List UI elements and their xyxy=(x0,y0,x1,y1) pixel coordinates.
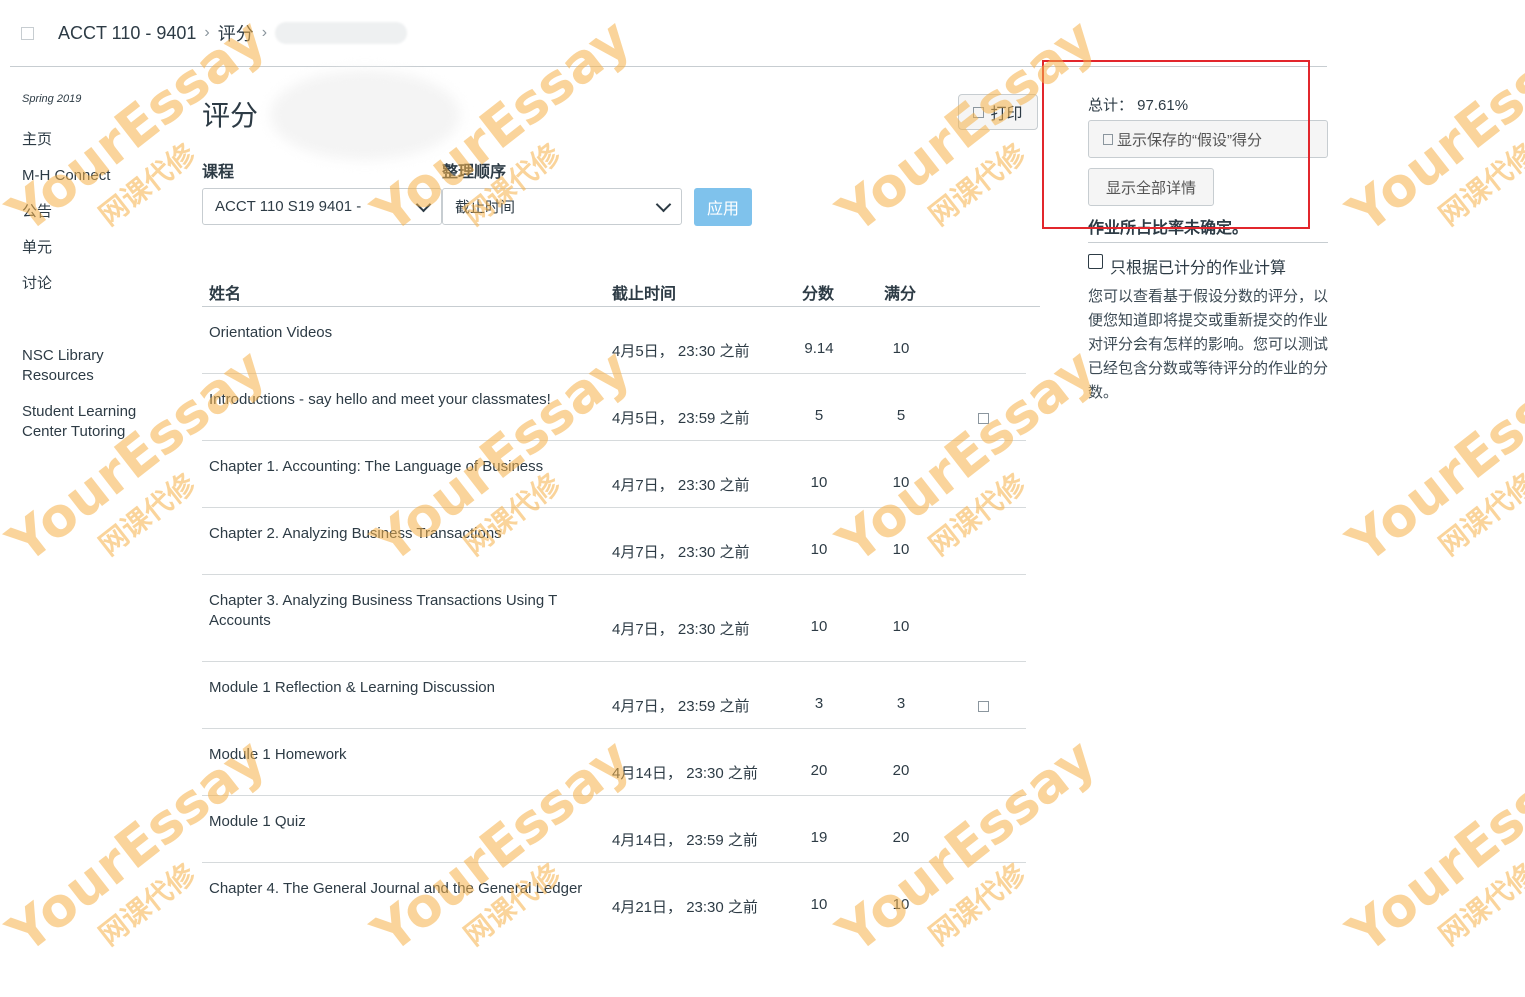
assignment-name-link[interactable]: Orientation Videos xyxy=(209,323,599,343)
watermark-brand: YourEssay xyxy=(1335,726,1525,966)
table-row: Orientation Videos 4月5日， 23:30 之前 9.14 10 xyxy=(202,307,1026,374)
assignment-name-link[interactable]: Module 1 Quiz xyxy=(209,812,599,832)
breadcrumb: ACCT 110 - 9401 › 评分 › xyxy=(58,20,408,46)
due-date: 4月14日， 23:30 之前 xyxy=(612,765,758,782)
watermark-logo: YourEssay 网课代修 xyxy=(1336,726,1525,996)
column-header-score[interactable]: 分数 xyxy=(802,280,834,304)
table-row: Chapter 1. Accounting: The Language of B… xyxy=(202,441,1026,508)
points-possible: 10 xyxy=(892,618,910,635)
due-date: 4月21日， 23:30 之前 xyxy=(612,899,758,916)
breadcrumb-course-link[interactable]: ACCT 110 - 9401 xyxy=(58,23,196,44)
due-date: 4月5日， 23:59 之前 xyxy=(612,410,750,427)
sidebar-item-discussions[interactable]: 讨论 xyxy=(22,274,52,294)
assignment-name-link[interactable]: Chapter 3. Analyzing Business Transactio… xyxy=(209,591,599,631)
sidebar-item-home[interactable]: 主页 xyxy=(22,130,52,150)
sidebar-item-library[interactable]: NSC Library Resources xyxy=(22,346,152,386)
watermark-logo: YourEssay 网课代修 xyxy=(1336,6,1525,276)
assignment-name-link[interactable]: Introductions - say hello and meet your … xyxy=(209,390,599,410)
points-possible: 10 xyxy=(892,340,910,357)
chevron-right-icon: › xyxy=(261,24,268,41)
course-select[interactable]: ACCT 110 S19 9401 - xyxy=(202,188,442,225)
score-value[interactable]: 10 xyxy=(802,618,836,635)
column-header-name[interactable]: 姓名 xyxy=(209,280,241,304)
table-row: Chapter 3. Analyzing Business Transactio… xyxy=(202,575,1026,662)
points-possible: 10 xyxy=(892,474,910,491)
sort-select-value: 截止时间 xyxy=(455,199,516,216)
table-row: Chapter 2. Analyzing Business Transactio… xyxy=(202,508,1026,575)
sidebar-item-modules[interactable]: 单元 xyxy=(22,238,52,258)
chevron-right-icon: › xyxy=(204,24,210,41)
column-header-out-of[interactable]: 满分 xyxy=(884,280,916,304)
score-value[interactable]: 9.14 xyxy=(802,340,836,357)
redacted-student-name xyxy=(275,22,408,44)
table-row: Introductions - say hello and meet your … xyxy=(202,374,1026,441)
table-row: Module 1 Reflection & Learning Discussio… xyxy=(202,662,1026,729)
watermark-logo: YourEssay 网课代修 xyxy=(1336,336,1525,606)
whatif-help-text: 您可以查看基于假设分数的评分，以便您知道即将提交或重新提交的作业对评分会有怎样的… xyxy=(1088,288,1329,401)
table-row: Module 1 Homework 4月14日， 23:30 之前 20 20 xyxy=(202,729,1026,796)
assignment-name-link[interactable]: Module 1 Homework xyxy=(209,745,599,765)
sidebar-item-announcements[interactable]: 公告 xyxy=(22,202,52,222)
sidebar-item-tutoring[interactable]: Student Learning Center Tutoring xyxy=(22,402,162,442)
redacted-title xyxy=(270,70,460,160)
chevron-down-icon xyxy=(655,196,672,212)
points-possible: 10 xyxy=(892,896,910,913)
course-select-value: ACCT 110 S19 9401 - xyxy=(215,198,362,215)
term-label: Spring 2019 xyxy=(22,93,82,105)
page-title: 评分 xyxy=(202,100,259,131)
watermark-sub: 网课代修 xyxy=(1432,857,1525,953)
watermark-sub: 网课代修 xyxy=(1432,137,1525,233)
graded-only-label[interactable]: 只根据已计分的作业计算 xyxy=(1110,254,1286,278)
due-date: 4月7日， 23:59 之前 xyxy=(612,698,750,715)
points-possible: 5 xyxy=(896,407,906,424)
score-value[interactable]: 5 xyxy=(802,407,836,424)
table-row: Chapter 4. The General Journal and the G… xyxy=(202,863,1026,930)
assignment-name-link[interactable]: Chapter 1. Accounting: The Language of B… xyxy=(209,457,599,477)
points-possible: 20 xyxy=(892,762,910,779)
chevron-down-icon xyxy=(415,196,432,212)
points-possible: 20 xyxy=(892,829,910,846)
watermark-sub: 网课代修 xyxy=(1432,467,1525,563)
due-date: 4月7日， 23:30 之前 xyxy=(612,477,750,494)
points-possible: 10 xyxy=(892,541,910,558)
assignment-name-link[interactable]: Module 1 Reflection & Learning Discussio… xyxy=(209,678,599,698)
sort-select[interactable]: 截止时间 xyxy=(442,188,682,225)
assignment-name-link[interactable]: Chapter 4. The General Journal and the G… xyxy=(209,879,599,899)
print-button-label: 打印 xyxy=(990,106,1023,123)
due-date: 4月7日， 23:30 之前 xyxy=(612,621,750,638)
course-label: 课程 xyxy=(202,164,235,181)
breadcrumb-grades-link[interactable]: 评分 xyxy=(218,20,254,46)
comment-icon[interactable] xyxy=(978,413,989,424)
score-value[interactable]: 3 xyxy=(802,695,836,712)
printer-icon xyxy=(973,106,985,118)
divider xyxy=(1088,242,1328,243)
watermark-brand: YourEssay xyxy=(1335,6,1525,246)
apply-button[interactable]: 应用 xyxy=(694,188,752,226)
due-date: 4月14日， 23:59 之前 xyxy=(612,832,758,849)
sidebar-item-mh-connect[interactable]: M-H Connect xyxy=(22,166,110,186)
graded-only-checkbox[interactable] xyxy=(1088,254,1103,269)
menu-toggle-button[interactable] xyxy=(21,27,34,40)
assignment-name-link[interactable]: Chapter 2. Analyzing Business Transactio… xyxy=(209,524,599,544)
print-button[interactable]: 打印 xyxy=(958,94,1038,130)
score-value[interactable]: 10 xyxy=(802,896,836,913)
score-value[interactable]: 10 xyxy=(802,541,836,558)
highlight-annotation-box xyxy=(1042,60,1310,229)
points-possible: 3 xyxy=(896,695,906,712)
score-value[interactable]: 10 xyxy=(802,474,836,491)
table-row: Module 1 Quiz 4月14日， 23:59 之前 19 20 xyxy=(202,796,1026,863)
due-date: 4月7日， 23:30 之前 xyxy=(612,544,750,561)
comment-icon[interactable] xyxy=(978,701,989,712)
due-date: 4月5日， 23:30 之前 xyxy=(612,343,750,360)
score-value[interactable]: 20 xyxy=(802,762,836,779)
sort-label: 整理顺序 xyxy=(442,164,507,181)
column-header-due[interactable]: 截止时间 xyxy=(612,280,676,304)
score-value[interactable]: 19 xyxy=(802,829,836,846)
watermark-brand: YourEssay xyxy=(1335,336,1525,576)
